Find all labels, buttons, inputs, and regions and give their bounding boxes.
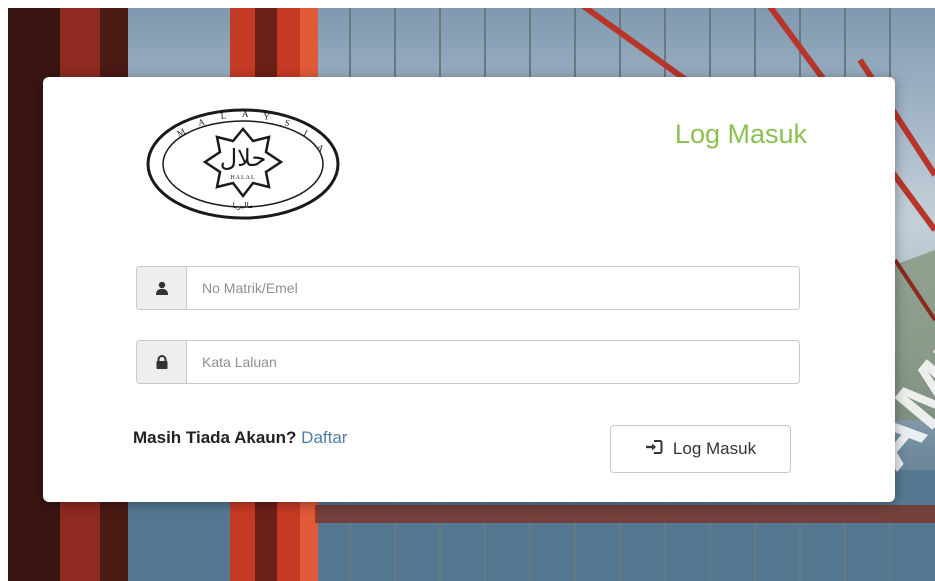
- page-title: Log Masuk: [674, 119, 807, 149]
- username-input[interactable]: [187, 267, 799, 309]
- password-input[interactable]: [187, 341, 799, 383]
- register-prompt: Masih Tiada Akaun? Daftar: [133, 428, 347, 448]
- login-button-label: Log Masuk: [672, 439, 757, 458]
- svg-text:HALAL: HALAL: [230, 175, 255, 181]
- halal-logo: M A L A Y S I A حلال HALAL ماليزيا: [141, 104, 346, 224]
- sign-in-icon: [645, 439, 663, 460]
- username-input-group: [136, 266, 800, 310]
- login-card: M A L A Y S I A حلال HALAL ماليزيا Log M…: [43, 77, 895, 502]
- svg-text:L: L: [220, 110, 227, 121]
- register-link[interactable]: Daftar: [301, 428, 347, 447]
- password-input-group: [136, 340, 800, 384]
- user-icon: [137, 267, 187, 309]
- register-prompt-text: Masih Tiada Akaun?: [133, 428, 297, 447]
- svg-text:A: A: [242, 109, 249, 119]
- lock-icon: [137, 341, 187, 383]
- svg-text:ماليزيا: ماليزيا: [233, 201, 254, 210]
- login-button[interactable]: Log Masuk: [610, 425, 791, 473]
- svg-text:حلال: حلال: [220, 144, 267, 172]
